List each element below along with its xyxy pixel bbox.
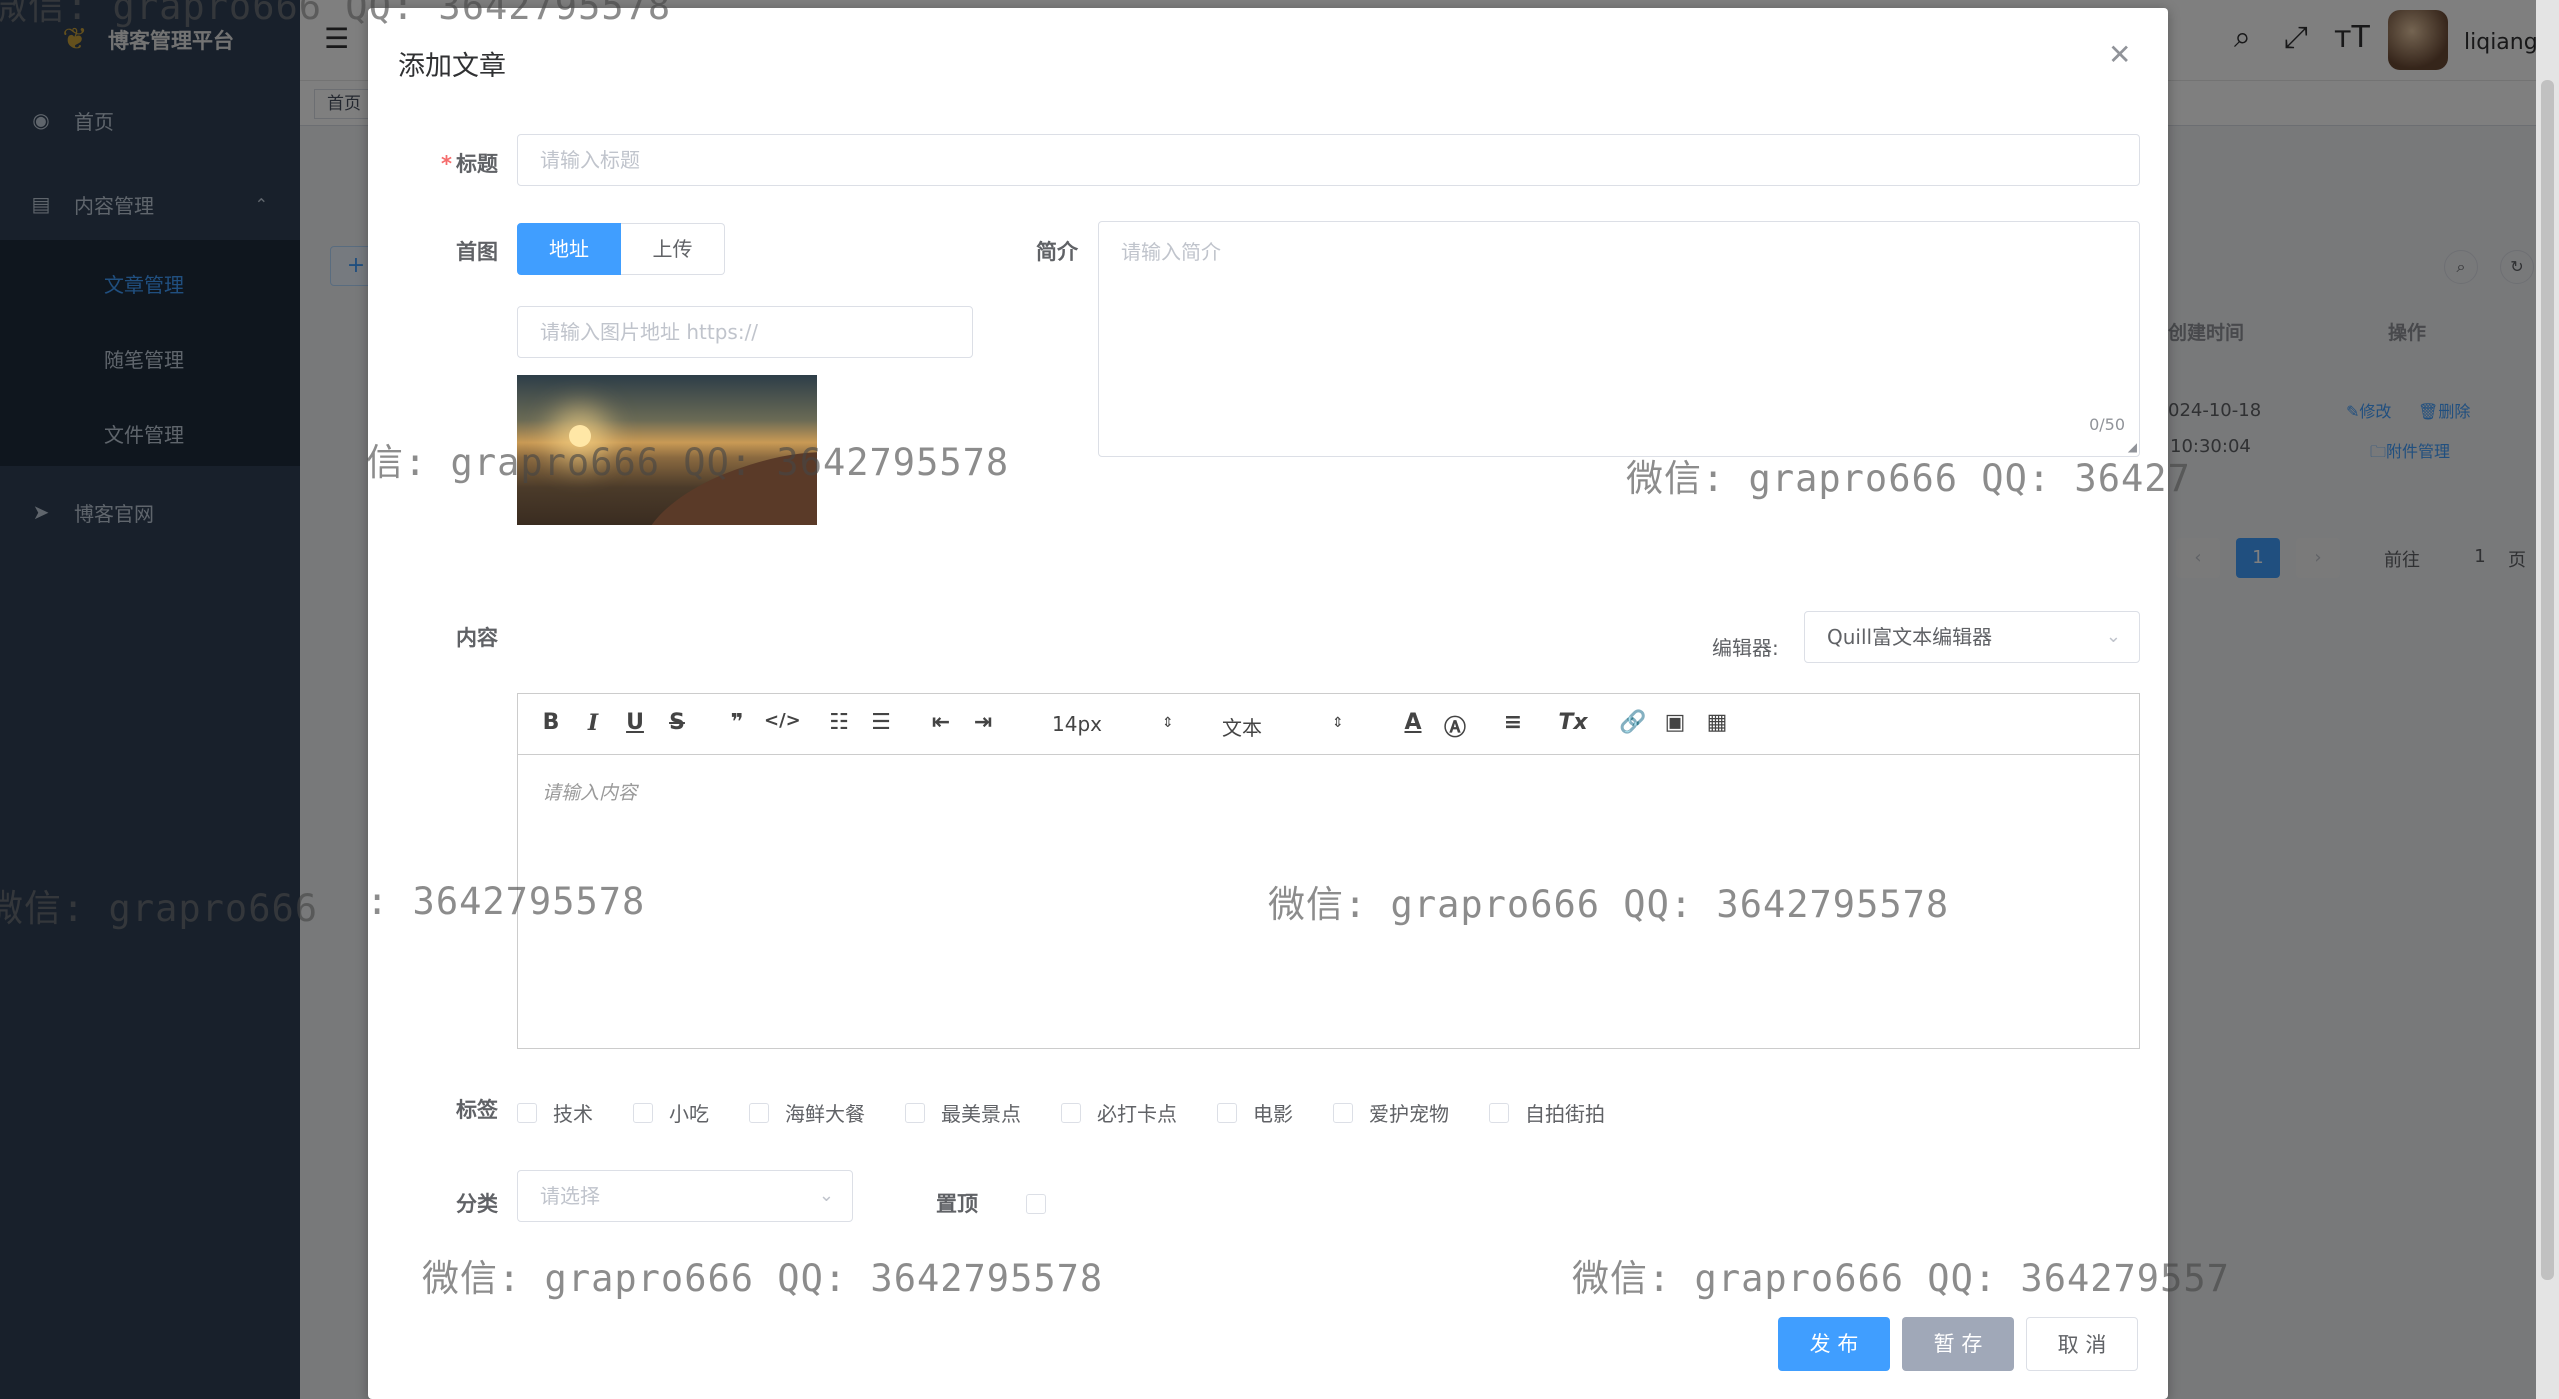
checkbox-icon[interactable]	[1489, 1102, 1509, 1123]
checkbox-icon[interactable]	[1333, 1102, 1353, 1123]
tag-label: 爱护宠物	[1369, 1102, 1449, 1126]
cover-source-radio-group: 地址 上传	[517, 223, 725, 275]
category-placeholder: 请选择	[540, 1184, 600, 1208]
bold-icon[interactable]: B	[536, 710, 566, 735]
title-label: * 标题	[408, 148, 498, 178]
chevron-down-icon: ⌄	[2105, 626, 2121, 647]
tag-checkbox[interactable]: 技术	[517, 1098, 593, 1127]
tags-checkbox-group: 技术 小吃 海鲜大餐 最美景点 必打卡点 电影 爱护宠物 自拍街拍	[517, 1098, 1645, 1127]
add-article-dialog: 添加文章 ✕ * 标题 请输入标题 首图 地址 上传 请输入图片地址 https:…	[368, 8, 2168, 1399]
cover-tab-upload[interactable]: 上传	[621, 223, 725, 275]
checkbox-icon[interactable]	[1061, 1102, 1081, 1123]
tags-label: 标签	[456, 1098, 498, 1122]
blockquote-icon[interactable]: ❞	[722, 710, 752, 735]
sort-icon: ⇕	[1332, 715, 1344, 731]
strikethrough-icon[interactable]: S	[662, 710, 692, 735]
summary-label: 简介	[1036, 240, 1078, 264]
rich-text-editor: B I U S ❞ </> ☷ ☰ ⇤ ⇥ 14px ⇕ 文本 ⇕ A Ⓐ ≡ Tx…	[517, 693, 2140, 1049]
title-input[interactable]: 请输入标题	[517, 134, 2140, 186]
tag-checkbox[interactable]: 必打卡点	[1061, 1098, 1177, 1127]
close-icon[interactable]: ✕	[2108, 38, 2131, 71]
summary-counter: 0/50	[2089, 415, 2125, 434]
indent-icon[interactable]: ⇥	[968, 710, 998, 735]
title-label-text: 标题	[456, 152, 498, 176]
dialog-title: 添加文章	[398, 51, 506, 82]
watermark: 信: grapro666 QQ: 3642795578	[366, 441, 1010, 484]
sort-icon: ⇕	[1162, 715, 1174, 731]
editor-content[interactable]: 请输入内容	[542, 778, 637, 805]
tag-checkbox[interactable]: 爱护宠物	[1333, 1098, 1449, 1127]
tag-label: 自拍街拍	[1525, 1102, 1605, 1126]
cover-label: 首图	[456, 240, 498, 264]
align-icon[interactable]: ≡	[1498, 710, 1528, 735]
checkbox-icon[interactable]	[633, 1102, 653, 1123]
editor-toolbar: B I U S ❞ </> ☷ ☰ ⇤ ⇥ 14px ⇕ 文本 ⇕ A Ⓐ ≡ Tx…	[518, 694, 2139, 755]
code-block-icon[interactable]: </>	[764, 710, 801, 731]
cover-url-input[interactable]: 请输入图片地址 https://	[517, 306, 973, 358]
category-select[interactable]: 请选择 ⌄	[517, 1170, 853, 1222]
underline-icon[interactable]: U	[620, 710, 650, 735]
cover-tab-url[interactable]: 地址	[517, 223, 621, 275]
header-select[interactable]: 文本 ⇕	[1222, 712, 1352, 741]
editor-label: 编辑器:	[1712, 636, 1779, 660]
tag-checkbox[interactable]: 最美景点	[905, 1098, 1021, 1127]
tag-checkbox[interactable]: 海鲜大餐	[749, 1098, 865, 1127]
tag-checkbox[interactable]: 自拍街拍	[1489, 1098, 1605, 1127]
chevron-down-icon: ⌄	[818, 1185, 834, 1206]
watermark: 微信: grapro666 QQ: 3642795578	[1268, 883, 1950, 926]
tag-checkbox[interactable]: 电影	[1217, 1098, 1293, 1127]
tag-label: 必打卡点	[1097, 1102, 1177, 1126]
summary-placeholder: 请输入简介	[1121, 240, 1221, 264]
editor-select[interactable]: Quill富文本编辑器 ⌄	[1804, 611, 2140, 663]
category-label: 分类	[456, 1192, 498, 1216]
outdent-icon[interactable]: ⇤	[926, 710, 956, 735]
tag-label: 最美景点	[941, 1102, 1021, 1126]
draft-button[interactable]: 暂 存	[1902, 1317, 2014, 1371]
tag-label: 技术	[553, 1102, 593, 1126]
checkbox-icon[interactable]	[517, 1102, 537, 1123]
summary-textarea[interactable]: 请输入简介 0/50 ◢	[1098, 221, 2140, 457]
italic-icon[interactable]: I	[578, 710, 608, 736]
page-scrollbar[interactable]	[2536, 0, 2559, 1399]
tag-label: 小吃	[669, 1102, 709, 1126]
watermark: 微信: grapro666 QQ: 3642795578	[0, 0, 672, 28]
content-label: 内容	[456, 626, 498, 650]
bullet-list-icon[interactable]: ☰	[866, 710, 896, 735]
publish-button[interactable]: 发 布	[1778, 1317, 1890, 1371]
watermark: : 3642795578	[366, 880, 646, 923]
link-icon[interactable]: 🔗	[1618, 710, 1648, 735]
checkbox-icon[interactable]	[749, 1102, 769, 1123]
tag-checkbox[interactable]: 小吃	[633, 1098, 709, 1127]
tag-label: 海鲜大餐	[785, 1102, 865, 1126]
editor-select-value: Quill富文本编辑器	[1827, 625, 1993, 649]
image-icon[interactable]: ▣	[1660, 710, 1690, 735]
header-value: 文本	[1222, 716, 1262, 740]
background-color-icon[interactable]: Ⓐ	[1440, 710, 1470, 742]
clear-format-icon[interactable]: Tx	[1558, 710, 1588, 735]
watermark: 微信: grapro666 QQ: 36427	[1626, 457, 2191, 500]
video-icon[interactable]: ▦	[1702, 710, 1732, 735]
checkbox-icon[interactable]	[905, 1102, 925, 1123]
scrollbar-thumb[interactable]	[2541, 80, 2554, 1280]
watermark: 微信: grapro666	[0, 887, 319, 930]
font-size-value: 14px	[1052, 712, 1102, 736]
required-mark: *	[441, 152, 452, 176]
font-color-icon[interactable]: A	[1398, 710, 1428, 735]
pin-top-checkbox[interactable]	[1026, 1194, 1046, 1214]
tag-label: 电影	[1253, 1102, 1293, 1126]
checkbox-icon[interactable]	[1217, 1102, 1237, 1123]
ordered-list-icon[interactable]: ☷	[824, 710, 854, 735]
cancel-button[interactable]: 取 消	[2026, 1317, 2138, 1371]
font-size-select[interactable]: 14px ⇕	[1052, 712, 1182, 736]
watermark: 微信: grapro666 QQ: 3642795578	[422, 1257, 1104, 1300]
pin-top-label: 置顶	[936, 1192, 978, 1216]
watermark: 微信: grapro666 QQ: 364279557	[1572, 1257, 2230, 1300]
